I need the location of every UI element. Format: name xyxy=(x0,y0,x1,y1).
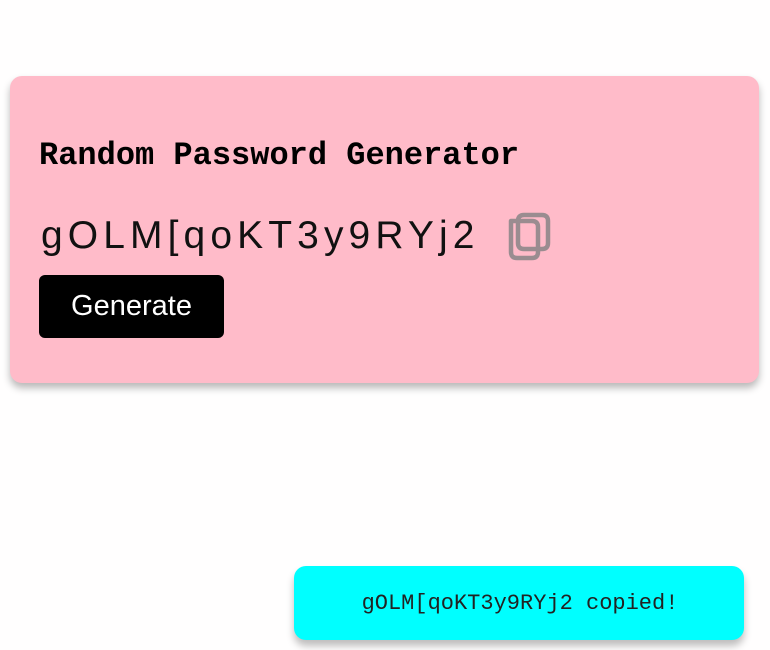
copied-message: gOLM[qoKT3y9RYj2 copied! xyxy=(361,591,679,616)
copied-toast: gOLM[qoKT3y9RYj2 copied! xyxy=(294,566,744,640)
password-row: gOLM[qoKT3y9RYj2 xyxy=(41,208,553,264)
copy-icon[interactable] xyxy=(507,211,553,261)
generated-password: gOLM[qoKT3y9RYj2 xyxy=(41,214,480,257)
page-title: Random Password Generator xyxy=(39,137,520,174)
password-generator-card: Random Password Generator gOLM[qoKT3y9RY… xyxy=(10,76,759,383)
generate-button[interactable]: Generate xyxy=(39,275,224,338)
